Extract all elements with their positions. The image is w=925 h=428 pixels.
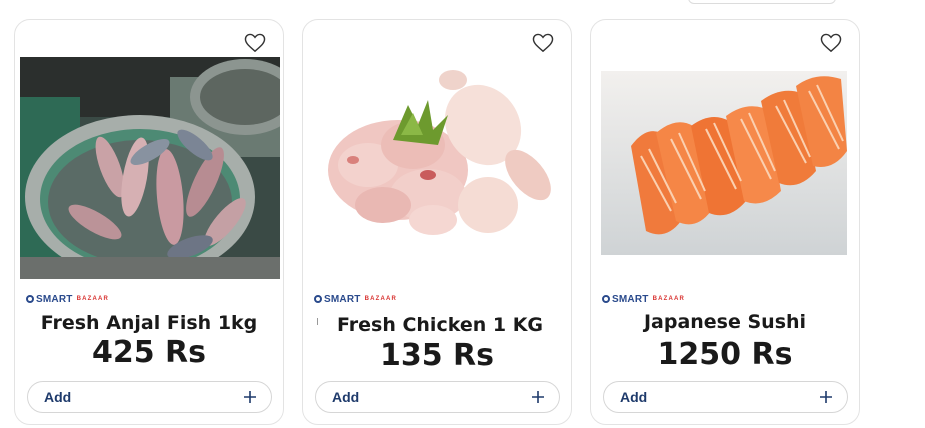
add-to-cart-button[interactable]: Add: [603, 381, 848, 413]
product-name: Japanese Sushi: [643, 311, 807, 333]
plus-icon: [820, 391, 832, 403]
brand-bazaar-text: BAZAAR: [76, 296, 110, 302]
smart-bazaar-logo-mark: [602, 295, 610, 303]
product-image-chicken: [313, 65, 563, 250]
add-button-label: Add: [620, 389, 648, 405]
brand-bazaar-text: BAZAAR: [652, 296, 686, 302]
add-button-label: Add: [332, 389, 360, 405]
heart-outline-icon[interactable]: [244, 33, 266, 53]
heart-outline-icon[interactable]: [532, 33, 554, 53]
top-dropdown-edge[interactable]: [688, 0, 836, 4]
product-card-anjal-fish[interactable]: SMART BAZAAR Fresh Anjal Fish 1kg 425 Rs…: [14, 19, 284, 425]
product-image-fish: [20, 57, 280, 279]
product-name: Fresh Anjal Fish 1kg: [40, 312, 258, 334]
heart-outline-icon[interactable]: [820, 33, 842, 53]
add-to-cart-button[interactable]: Add: [315, 381, 560, 413]
product-image-sushi: [601, 71, 847, 255]
add-to-cart-button[interactable]: Add: [27, 381, 272, 413]
product-price: 1250 Rs: [657, 337, 793, 372]
product-price: 135 Rs: [379, 338, 495, 373]
brand-smart-text: SMART: [612, 293, 649, 305]
smart-bazaar-logo-mark: [314, 295, 322, 303]
smart-bazaar-logo: SMART BAZAAR: [26, 293, 109, 305]
smart-bazaar-logo-mark: [26, 295, 34, 303]
brand-smart-text: SMART: [324, 293, 361, 305]
smart-bazaar-logo: SMART BAZAAR: [314, 293, 397, 305]
product-card-chicken[interactable]: SMART BAZAAR Fresh Chicken 1 KG 135 Rs A…: [302, 19, 572, 425]
plus-icon: [532, 391, 544, 403]
plus-icon: [244, 391, 256, 403]
product-name: Fresh Chicken 1 KG: [336, 314, 544, 336]
product-price: 425 Rs: [91, 335, 207, 370]
brand-bazaar-text: BAZAAR: [364, 296, 398, 302]
brand-smart-text: SMART: [36, 293, 73, 305]
add-button-label: Add: [44, 389, 72, 405]
product-card-sushi[interactable]: SMART BAZAAR Japanese Sushi 1250 Rs Add: [590, 19, 860, 425]
smart-bazaar-logo: SMART BAZAAR: [602, 293, 685, 305]
